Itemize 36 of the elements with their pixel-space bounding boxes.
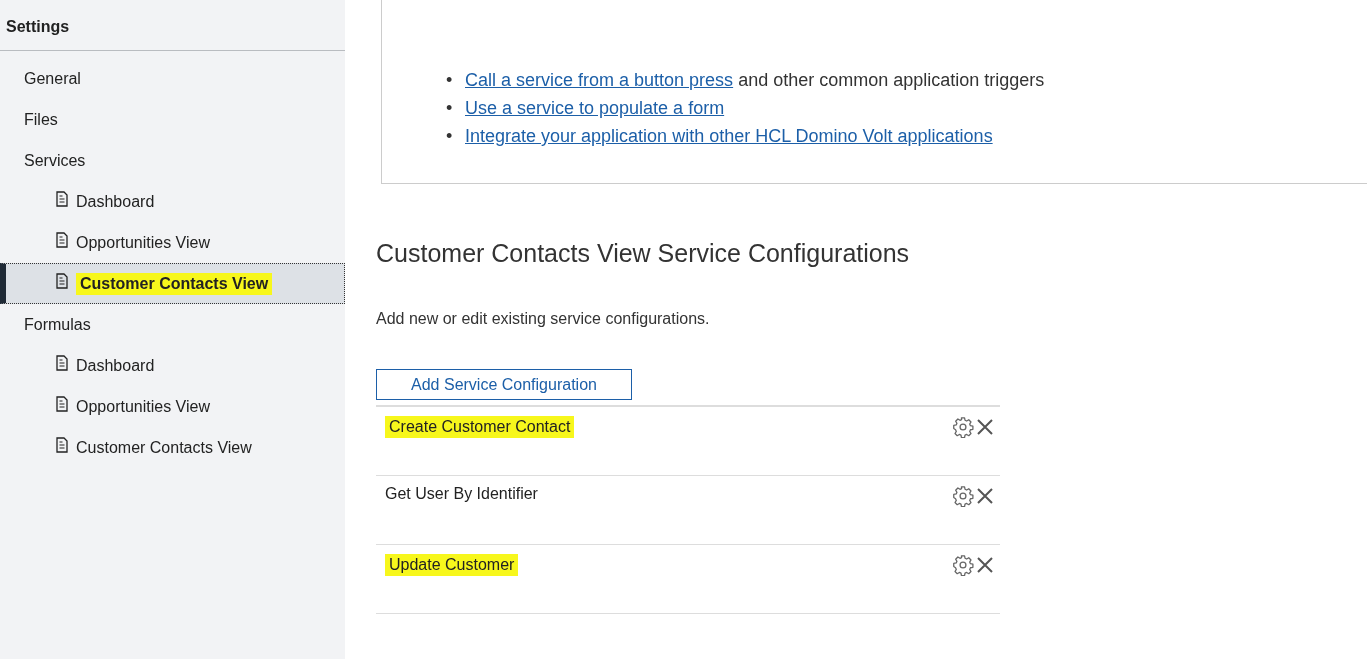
close-icon[interactable]	[976, 418, 994, 436]
link[interactable]: Use a service to populate a form	[465, 94, 725, 122]
description: Add new or edit existing service configurations.	[376, 310, 711, 328]
nav-item[interactable]: Formulas	[0, 304, 345, 345]
link[interactable]: Call a service from a button press	[465, 70, 734, 90]
link[interactable]: Integrate your application with other HCL Domino Volt applications	[465, 122, 993, 150]
nav-item[interactable]: General	[0, 58, 345, 99]
bullet-text: Call a service from a button press and other common application triggers	[465, 69, 1045, 92]
nav-item[interactable]: Dashboard	[0, 181, 345, 222]
configuration-name: Create Customer Contact	[385, 416, 575, 438]
document-icon	[56, 395, 68, 412]
bullet: •	[446, 97, 454, 120]
configuration-name: Get User By Identifier	[385, 485, 538, 503]
bullet: •	[446, 69, 454, 92]
close-icon[interactable]	[976, 487, 994, 505]
document-icon	[56, 436, 68, 453]
document-icon	[56, 190, 68, 207]
section-heading: Customer Contacts View Service Configurations	[376, 239, 911, 268]
nav-item[interactable]: Dashboard	[0, 345, 345, 386]
document-icon	[56, 354, 68, 371]
close-icon[interactable]	[976, 556, 994, 574]
settings-icon[interactable]	[952, 485, 974, 507]
document-icon	[56, 272, 68, 289]
sidebar-title: Settings	[0, 0, 345, 51]
nav-item[interactable]: Customer Contacts View	[0, 263, 345, 304]
nav-item[interactable]: Services	[0, 140, 345, 181]
nav-item[interactable]: Opportunities View	[0, 386, 345, 427]
document-icon	[56, 231, 68, 248]
nav-item[interactable]: Opportunities View	[0, 222, 345, 263]
configuration-name: Update Customer	[385, 554, 519, 576]
add-service-configuration-button[interactable]: Add Service Configuration	[376, 369, 632, 400]
settings-icon[interactable]	[952, 416, 974, 438]
settings-icon[interactable]	[952, 554, 974, 576]
nav-item[interactable]: Customer Contacts View	[0, 427, 345, 468]
nav-item[interactable]: Files	[0, 99, 345, 140]
bullet: •	[446, 125, 454, 148]
